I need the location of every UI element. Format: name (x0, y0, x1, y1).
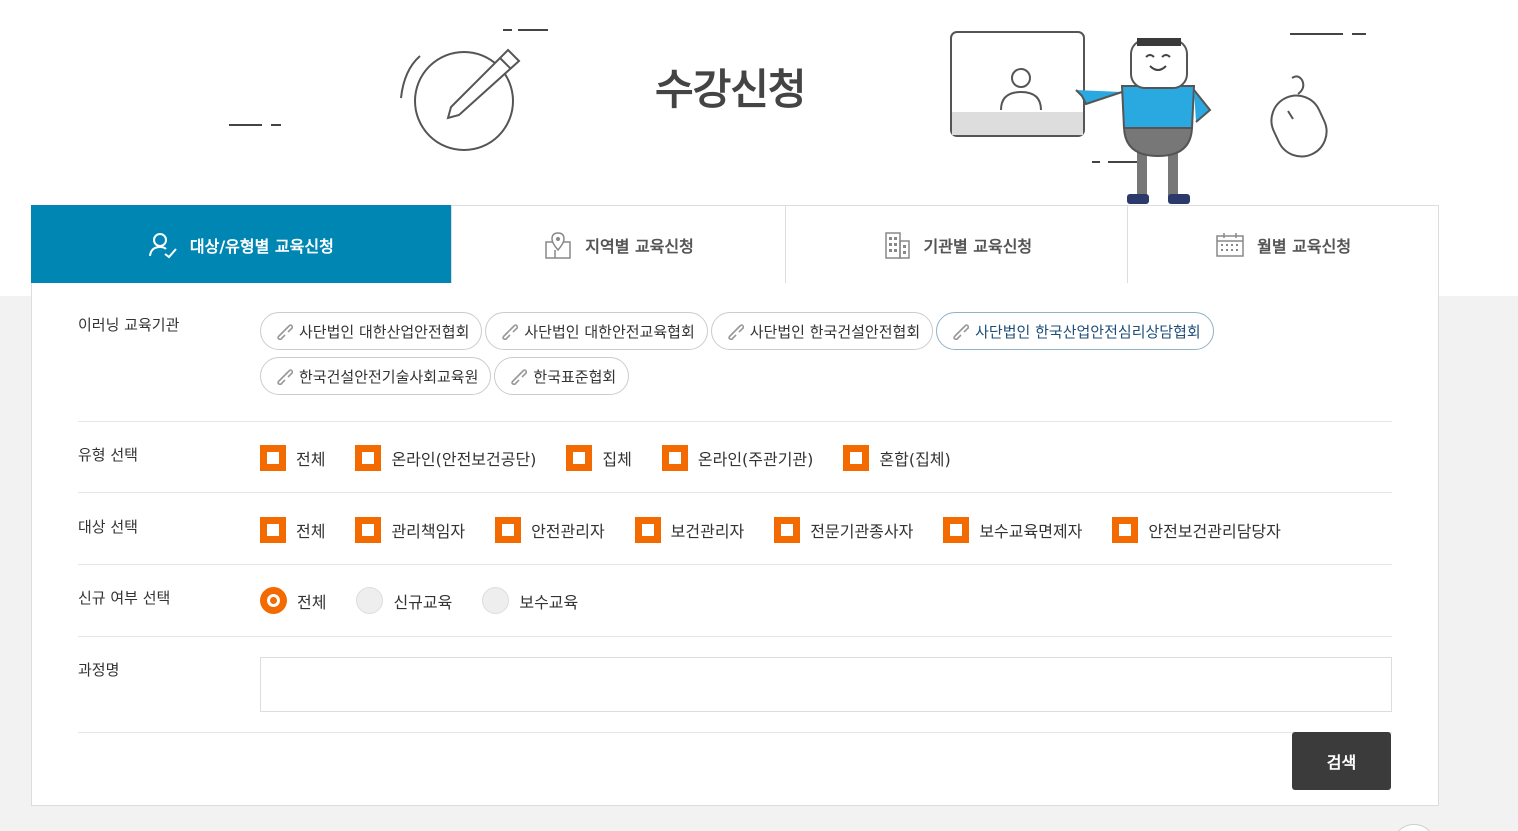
org-chip-label: 사단법인 한국산업안전심리상담협회 (975, 322, 1201, 341)
org-chip-list: 사단법인 대한산업안전협회 사단법인 대한안전교육협회 사단법인 한국건설안전협… (260, 312, 1392, 402)
option-label: 혼합(집체) (879, 450, 951, 469)
building-icon (884, 232, 910, 259)
type-option-mixed[interactable]: 혼합(집체) (843, 445, 951, 471)
new-option-all[interactable]: 전체 (260, 587, 326, 614)
link-icon (502, 324, 519, 340)
tab-organization[interactable]: 기관별 교육신청 (786, 206, 1129, 284)
tab-label: 지역별 교육신청 (585, 237, 694, 256)
hero-banner: 수강신청 (0, 0, 1518, 205)
pen-circle-icon (400, 48, 521, 151)
link-icon (953, 324, 970, 340)
map-pin-icon (545, 232, 572, 259)
target-row-label: 대상 선택 (78, 518, 138, 536)
tab-monthly[interactable]: 월별 교육신청 (1128, 206, 1438, 284)
mouse-icon (1270, 75, 1328, 158)
checkbox-icon (943, 517, 970, 543)
org-chip-selected[interactable]: 사단법인 한국산업안전심리상담협회 (936, 312, 1214, 350)
type-option-group[interactable]: 집체 (566, 445, 632, 471)
checkbox-icon (634, 517, 661, 543)
target-option-all[interactable]: 전체 (260, 517, 325, 543)
org-chip[interactable]: 사단법인 한국건설안전협회 (710, 312, 934, 350)
checkbox-icon (355, 445, 382, 471)
option-label: 보수교육 (519, 592, 579, 612)
course-row: 과정명 (78, 637, 1392, 733)
option-label: 온라인(주관기관) (697, 450, 814, 469)
checkbox-icon (774, 517, 801, 543)
option-label: 관리책임자 (391, 522, 466, 541)
option-label: 보수교육면제자 (979, 522, 1083, 541)
option-label: 전문기관종사자 (810, 522, 914, 541)
target-option-officer[interactable]: 안전보건관리담당자 (1112, 517, 1281, 543)
type-option-online-host[interactable]: 온라인(주관기관) (661, 445, 814, 471)
search-button[interactable]: 검색 (1292, 732, 1391, 790)
tab-label: 월별 교육신청 (1257, 237, 1352, 256)
org-chip-label: 사단법인 한국건설안전협회 (749, 322, 921, 341)
org-chip-label: 한국표준협회 (533, 367, 617, 386)
option-label: 신규교육 (393, 592, 453, 612)
tab-bar: 대상/유형별 교육신청 지역별 교육신청 기관별 교육신청 월별 교육신청 (31, 205, 1439, 284)
option-label: 전체 (296, 522, 326, 541)
new-options: 전체 신규교육 보수교육 (260, 587, 608, 618)
type-options: 전체 온라인(안전보건공단) 집체 온라인(주관기관) 혼합(집체) (260, 445, 981, 475)
course-row-label: 과정명 (78, 661, 120, 679)
checkbox-icon (661, 445, 688, 471)
radio-selected-icon (260, 587, 287, 614)
org-chip-label: 사단법인 대한산업안전협회 (299, 322, 470, 341)
target-option-safety[interactable]: 안전관리자 (495, 517, 605, 543)
link-icon (277, 369, 293, 385)
type-row: 유형 선택 전체 온라인(안전보건공단) 집체 온라인(주관기관) 혼합(집체) (78, 422, 1392, 493)
target-row: 대상 선택 전체 관리책임자 안전관리자 보건관리자 전문기관종사자 보수교육면제자 안전보… (78, 493, 1392, 565)
search-panel: 이러닝 교육기관 사단법인 대한산업안전협회 사단법인 대한안전교육협회 사단법… (31, 283, 1439, 806)
org-chip-label: 사단법인 대한안전교육협회 (524, 322, 695, 341)
checkbox-icon (843, 445, 870, 471)
radio-icon (482, 587, 510, 614)
org-chip[interactable]: 사단법인 대한안전교육협회 (485, 312, 708, 350)
checkbox-icon (260, 517, 286, 543)
monitor-icon (950, 31, 1085, 137)
new-row-label: 신규 여부 선택 (78, 589, 171, 607)
course-name-input[interactable] (260, 657, 1392, 712)
calendar-icon (1216, 233, 1244, 257)
link-icon (727, 324, 744, 340)
org-chip[interactable]: 한국표준협회 (494, 357, 630, 395)
org-chip[interactable]: 사단법인 대한산업안전협회 (260, 312, 483, 350)
new-row: 신규 여부 선택 전체 신규교육 보수교육 (78, 565, 1392, 637)
option-label: 집체 (602, 450, 632, 469)
option-label: 전체 (297, 592, 327, 612)
org-row-label: 이러닝 교육기관 (78, 316, 180, 334)
new-option-new[interactable]: 신규교육 (356, 587, 452, 614)
target-options: 전체 관리책임자 안전관리자 보건관리자 전문기관종사자 보수교육면제자 안전보건관리담당자 (260, 517, 1311, 547)
target-option-specialist[interactable]: 전문기관종사자 (774, 517, 913, 543)
target-option-manager[interactable]: 관리책임자 (355, 517, 465, 543)
target-option-exempt[interactable]: 보수교육면제자 (943, 517, 1082, 543)
org-chip[interactable]: 한국건설안전기술사회교육원 (260, 357, 492, 395)
tab-region[interactable]: 지역별 교육신청 (452, 206, 787, 284)
option-label: 전체 (296, 450, 326, 469)
org-row: 이러닝 교육기관 사단법인 대한산업안전협회 사단법인 대한안전교육협회 사단법… (78, 283, 1392, 422)
option-label: 온라인(안전보건공단) (391, 450, 537, 469)
option-label: 보건관리자 (670, 522, 745, 541)
new-option-refresh[interactable]: 보수교육 (482, 587, 578, 614)
target-option-health[interactable]: 보건관리자 (634, 517, 745, 543)
link-icon (277, 324, 293, 340)
type-option-online-kosha[interactable]: 온라인(안전보건공단) (355, 445, 536, 471)
person-check-icon (148, 232, 177, 258)
checkbox-icon (495, 517, 522, 543)
tab-label: 대상/유형별 교육신청 (189, 236, 334, 256)
checkbox-icon (355, 517, 382, 543)
org-chip-label: 한국건설안전기술사회교육원 (299, 367, 479, 386)
option-label: 안전보건관리담당자 (1148, 522, 1281, 541)
link-icon (511, 369, 528, 385)
tab-target-type[interactable]: 대상/유형별 교육신청 (31, 205, 452, 284)
type-option-all[interactable]: 전체 (260, 445, 325, 471)
option-label: 안전관리자 (531, 522, 605, 541)
type-row-label: 유형 선택 (78, 446, 138, 464)
tab-label: 기관별 교육신청 (923, 237, 1033, 256)
checkbox-icon (260, 445, 286, 471)
checkbox-icon (1112, 517, 1139, 543)
checkbox-icon (566, 445, 593, 471)
page-title: 수강신청 (655, 65, 807, 114)
character-illustration (1075, 38, 1212, 204)
radio-icon (356, 587, 384, 614)
